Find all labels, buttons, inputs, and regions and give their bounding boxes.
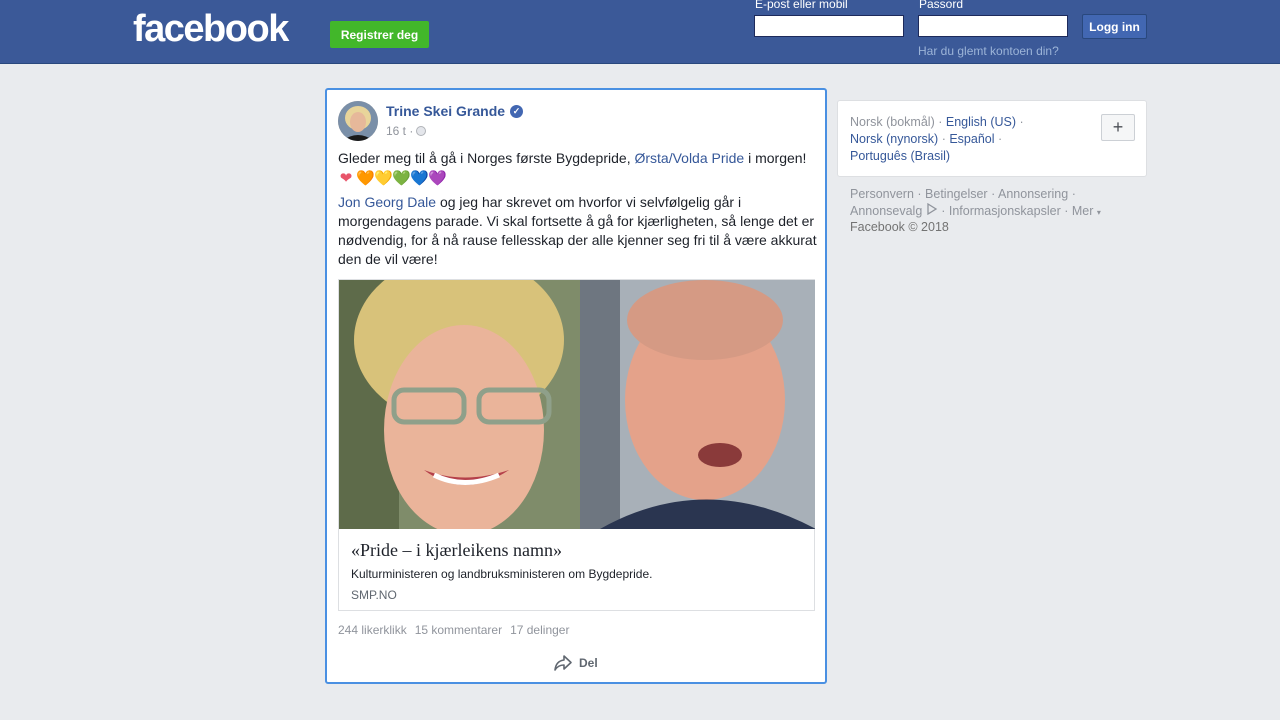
orsta-volda-pride-link[interactable]: Ørsta/Volda Pride — [634, 150, 744, 166]
comments-count[interactable]: 15 kommentarer — [415, 623, 502, 637]
footer-link-informasjonskapsler[interactable]: Informasjonskapsler — [949, 204, 1061, 218]
email-field[interactable] — [754, 15, 904, 37]
blue-heart-icon: 💙 — [410, 170, 429, 187]
post-card: Trine Skei Grande ✓ 16 t · Gleder meg ti… — [325, 88, 827, 684]
email-label: E-post eller mobil — [755, 0, 848, 11]
post-time[interactable]: 16 t · — [386, 124, 413, 138]
language-list: Norsk (bokmål) · English (US) · Norsk (n… — [850, 115, 1024, 163]
copyright: Facebook © 2018 — [850, 220, 949, 234]
post-text-1: Gleder meg til å gå i Norges første Bygd… — [338, 150, 635, 166]
password-field[interactable] — [918, 15, 1068, 37]
orange-heart-icon: 🧡 — [356, 170, 375, 187]
author-avatar[interactable] — [338, 101, 378, 141]
post-stats: 244 likerklikk 15 kommentarer 17 delinge… — [338, 623, 569, 637]
post-line-1: Gleder meg til å gå i Norges første Bygd… — [338, 149, 818, 168]
facebook-logo[interactable]: facebook — [133, 8, 289, 51]
verified-badge-icon: ✓ — [510, 104, 524, 118]
footer-link-personvern[interactable]: Personvern — [850, 187, 914, 201]
footer-link-mer[interactable]: Mer — [1072, 204, 1094, 218]
link-preview[interactable]: «Pride – i kjærleikens namn» Kulturminis… — [338, 279, 815, 611]
post-meta: 16 t · — [386, 124, 427, 138]
language-selector: Norsk (bokmål) · English (US) · Norsk (n… — [837, 100, 1147, 177]
login-button[interactable]: Logg inn — [1082, 14, 1147, 39]
red-heart-icon: ❤ — [339, 170, 353, 187]
add-language-button[interactable]: + — [1101, 114, 1135, 141]
footer-link-annonsering[interactable]: Annonsering — [998, 187, 1068, 201]
author-name-text: Trine Skei Grande — [386, 103, 506, 119]
globe-icon — [416, 126, 427, 136]
share-button[interactable]: Del — [553, 654, 598, 672]
share-arrow-icon — [554, 655, 572, 671]
link-domain: SMP.NO — [351, 588, 397, 602]
current-language: Norsk (bokmål) — [850, 115, 935, 129]
left-portrait-image — [339, 280, 580, 529]
yellow-heart-icon: 💛 — [374, 170, 393, 187]
register-button[interactable]: Registrer deg — [330, 21, 429, 48]
link-title[interactable]: «Pride – i kjærleikens namn» — [351, 540, 562, 561]
language-portugues-brasil[interactable]: Português (Brasil) — [850, 149, 950, 163]
top-bar: facebook Registrer deg E-post eller mobi… — [0, 0, 1280, 64]
footer-link-betingelser[interactable]: Betingelser — [925, 187, 988, 201]
footer-link-annonsevalg[interactable]: Annonsevalg — [850, 204, 922, 218]
language-english-us[interactable]: English (US) — [946, 115, 1016, 129]
purple-heart-icon: 💜 — [428, 170, 447, 187]
author-name[interactable]: Trine Skei Grande ✓ — [386, 103, 524, 119]
link-image[interactable] — [339, 280, 815, 529]
share-label: Del — [579, 656, 598, 670]
language-espanol[interactable]: Español — [949, 132, 994, 146]
link-description: Kulturministeren og landbruksministeren … — [351, 567, 653, 581]
post-text-1b: i morgen! — [744, 150, 807, 166]
forgot-account-link[interactable]: Har du glemt kontoen din? — [918, 44, 1059, 58]
shares-count[interactable]: 17 delinger — [510, 623, 569, 637]
ad-choices-icon — [927, 202, 937, 216]
green-heart-icon: 💚 — [392, 170, 411, 187]
heart-emojis: ❤ 🧡 💛 💚 💙 💜 — [338, 170, 447, 187]
likes-count[interactable]: 244 likerklikk — [338, 623, 407, 637]
jon-georg-dale-link[interactable]: Jon Georg Dale — [338, 194, 436, 210]
right-portrait-image — [580, 280, 815, 529]
password-label: Passord — [919, 0, 964, 11]
post-paragraph-2: Jon Georg Dale og jeg har skrevet om hvo… — [338, 193, 818, 269]
footer-links: Personvern · Betingelser · Annonsering ·… — [850, 187, 1101, 218]
language-norsk-nynorsk[interactable]: Norsk (nynorsk) — [850, 132, 938, 146]
chevron-down-icon: ▾ — [1096, 208, 1101, 217]
